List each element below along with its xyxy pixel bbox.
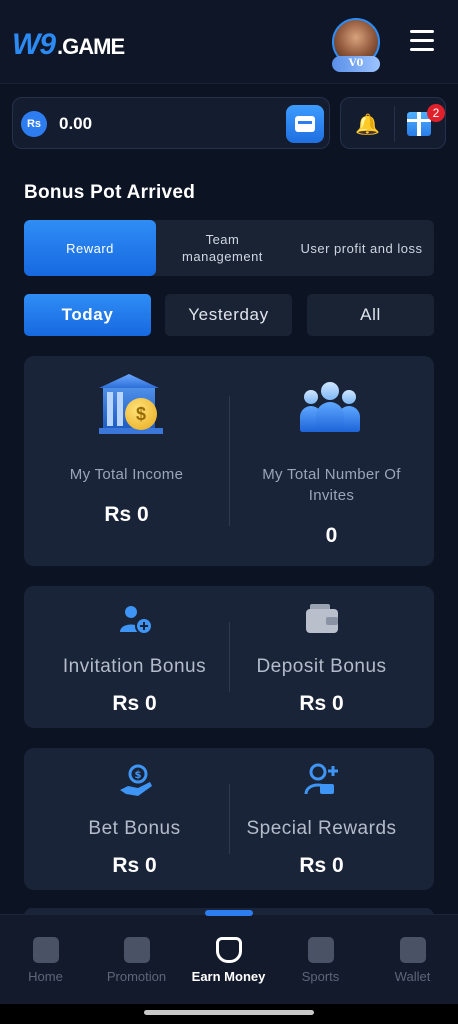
bottom-nav: Home Promotion Earn Money Sports Wallet bbox=[0, 914, 458, 1004]
wallet-icon bbox=[295, 116, 315, 132]
bet-bonus-value: Rs 0 bbox=[112, 854, 157, 877]
invitation-bonus-value: Rs 0 bbox=[112, 692, 157, 715]
app-logo[interactable]: W9 .GAME bbox=[12, 28, 125, 62]
wallet-button[interactable] bbox=[286, 105, 324, 143]
page-title: Bonus Pot Arrived bbox=[24, 182, 196, 203]
money-bag-icon bbox=[216, 937, 242, 963]
nav-sports[interactable]: Sports bbox=[275, 915, 366, 1005]
nav-home[interactable]: Home bbox=[0, 915, 91, 1005]
user-plus-icon bbox=[304, 762, 340, 798]
total-invites-stat: My Total Number Of Invites 0 bbox=[229, 464, 434, 548]
bank-icon: $ bbox=[99, 374, 163, 434]
rupee-coin-icon: Rs bbox=[21, 111, 47, 137]
bell-icon[interactable]: 🔔 bbox=[355, 112, 380, 136]
coin-icon: $ bbox=[125, 398, 157, 430]
period-all[interactable]: All bbox=[307, 294, 434, 336]
bet-bonus-label: Bet Bonus bbox=[88, 818, 181, 839]
tab-bar: Reward Team management User profit and l… bbox=[24, 220, 434, 276]
total-invites-value: 0 bbox=[325, 524, 338, 547]
nav-wallet-label: Wallet bbox=[394, 969, 431, 984]
gift-icon bbox=[124, 937, 150, 963]
tab-user-profit-loss[interactable]: User profit and loss bbox=[289, 220, 434, 276]
nav-promotion-label: Promotion bbox=[106, 969, 167, 984]
people-icon bbox=[300, 382, 360, 432]
tab-team-management[interactable]: Team management bbox=[156, 220, 289, 276]
invitation-bonus-stat: Invitation Bonus Rs 0 bbox=[32, 656, 237, 716]
special-rewards-value: Rs 0 bbox=[299, 854, 344, 877]
divider bbox=[394, 106, 395, 142]
period-yesterday[interactable]: Yesterday bbox=[165, 294, 292, 336]
period-today[interactable]: Today bbox=[24, 294, 151, 336]
hand-coin-icon: $ bbox=[118, 764, 154, 800]
vip-badge: V0 bbox=[332, 56, 380, 72]
total-invites-label: My Total Number Of Invites bbox=[262, 466, 401, 504]
total-income-stat: My Total Income Rs 0 bbox=[24, 464, 229, 527]
summary-card: $ My Total Income Rs 0 My Total Number O… bbox=[24, 356, 434, 566]
active-nav-indicator bbox=[205, 910, 253, 916]
invitation-bonus-label: Invitation Bonus bbox=[62, 656, 207, 677]
balance-amount: 0.00 bbox=[59, 114, 93, 133]
wallet-icon bbox=[304, 600, 340, 636]
nav-wallet[interactable]: Wallet bbox=[367, 915, 458, 1005]
hamburger-menu-icon[interactable] bbox=[410, 30, 434, 52]
total-income-label: My Total Income bbox=[69, 466, 184, 483]
logo-main: W9 bbox=[12, 28, 56, 61]
gift-count-badge: 2 bbox=[427, 104, 445, 122]
special-rewards-stat: Special Rewards Rs 0 bbox=[219, 818, 424, 878]
tab-reward[interactable]: Reward bbox=[24, 220, 156, 276]
alerts-panel: 🔔 2 bbox=[340, 97, 446, 149]
bonus-card-2: $ Bet Bonus Rs 0 Special Rewards Rs 0 bbox=[24, 748, 434, 890]
nav-earn-money[interactable]: Earn Money bbox=[183, 915, 274, 1005]
nav-promotion[interactable]: Promotion bbox=[91, 915, 182, 1005]
add-user-icon bbox=[118, 602, 154, 638]
special-rewards-label: Special Rewards bbox=[246, 818, 397, 839]
nav-sports-label: Sports bbox=[301, 969, 340, 984]
home-gesture-pill[interactable] bbox=[144, 1010, 314, 1015]
logo-suffix: .GAME bbox=[57, 34, 125, 59]
nav-home-label: Home bbox=[28, 969, 63, 984]
total-income-value: Rs 0 bbox=[104, 503, 149, 526]
bonus-card-1: Invitation Bonus Rs 0 Deposit Bonus Rs 0 bbox=[24, 586, 434, 728]
home-icon bbox=[33, 937, 59, 963]
deposit-bonus-label: Deposit Bonus bbox=[256, 656, 387, 677]
balance-panel: Rs 0.00 bbox=[12, 97, 330, 149]
wallet-icon bbox=[400, 937, 426, 963]
app-header: W9 .GAME V0 bbox=[0, 0, 458, 84]
svg-text:$: $ bbox=[135, 770, 142, 781]
deposit-bonus-value: Rs 0 bbox=[299, 692, 344, 715]
sports-icon bbox=[308, 937, 334, 963]
nav-earn-money-label: Earn Money bbox=[191, 969, 266, 984]
deposit-bonus-stat: Deposit Bonus Rs 0 bbox=[219, 656, 424, 716]
bet-bonus-stat: Bet Bonus Rs 0 bbox=[32, 818, 237, 878]
